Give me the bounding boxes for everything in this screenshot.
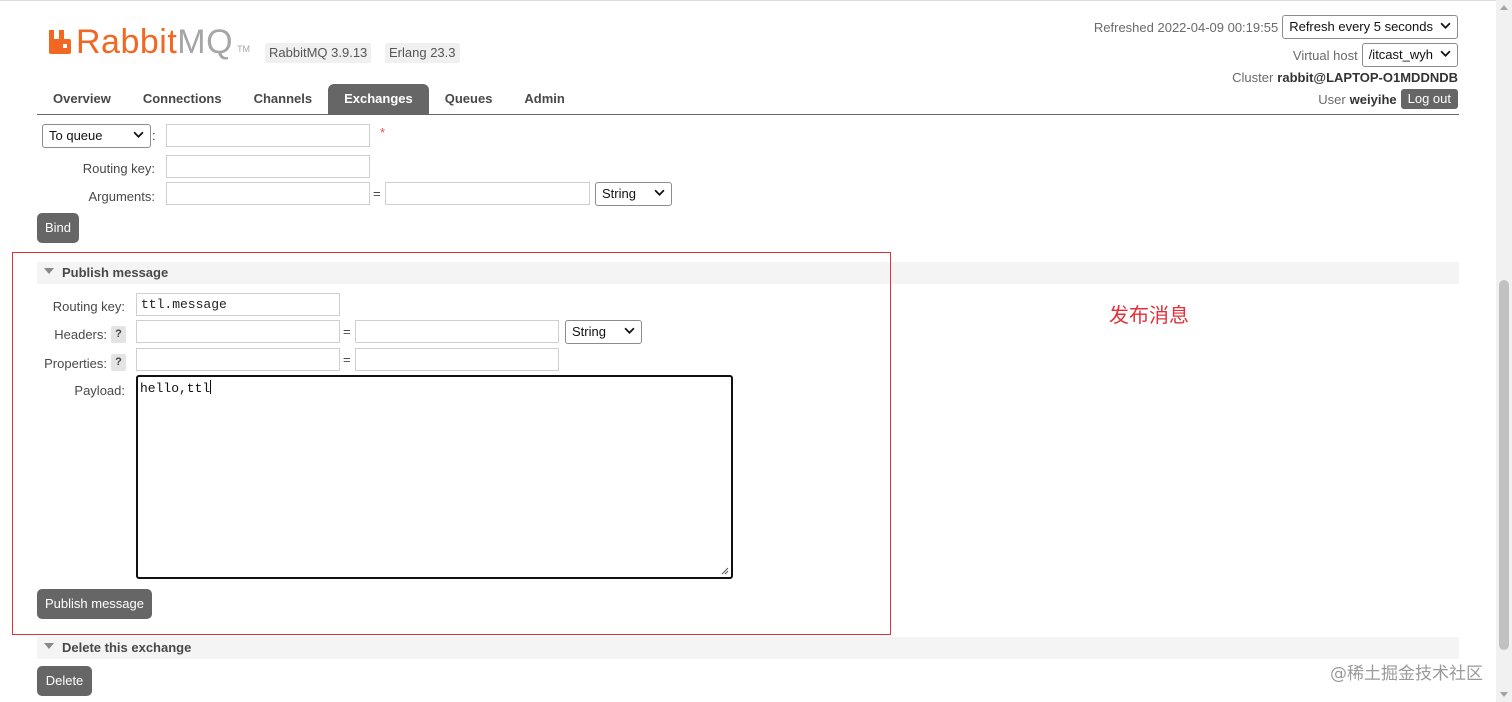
bind-routing-key-label: Routing key: bbox=[82, 161, 155, 176]
user-label: User bbox=[1318, 91, 1346, 107]
logo-wordmark: RabbitMQ bbox=[76, 23, 234, 61]
cluster-name: rabbit@LAPTOP-O1MDDNDB bbox=[1277, 70, 1458, 85]
delete-exchange-title: Delete this exchange bbox=[62, 640, 192, 655]
highlight-box bbox=[12, 252, 891, 635]
collapse-triangle-icon bbox=[44, 643, 54, 649]
annotation-text: 发布消息 bbox=[1109, 303, 1189, 327]
logout-button[interactable]: Log out bbox=[1400, 89, 1458, 109]
bind-button[interactable]: Bind bbox=[37, 213, 79, 243]
tab-channels[interactable]: Channels bbox=[238, 84, 329, 114]
user-name: weiyihe bbox=[1349, 91, 1397, 107]
erlang-badge: Erlang 23.3 bbox=[385, 43, 460, 63]
refresh-interval-select[interactable]: Refresh every 5 seconds bbox=[1282, 15, 1458, 39]
bind-argument-type-select[interactable]: String bbox=[595, 182, 672, 206]
delete-exchange-section-header[interactable]: Delete this exchange bbox=[37, 637, 1459, 659]
chevron-down-icon bbox=[654, 184, 665, 206]
watermark: @稀土掘金技术社区 bbox=[1330, 664, 1483, 684]
logo-trademark: TM bbox=[237, 44, 251, 54]
bind-argument-type-value: String bbox=[602, 186, 636, 201]
refresh-interval-value: Refresh every 5 seconds bbox=[1289, 19, 1433, 34]
tab-overview[interactable]: Overview bbox=[37, 84, 127, 114]
destination-name-input[interactable] bbox=[166, 124, 370, 147]
refresh-row: Refreshed 2022-04-09 00:19:55 Refresh ev… bbox=[1094, 15, 1458, 39]
required-mark: * bbox=[380, 125, 386, 140]
tab-admin[interactable]: Admin bbox=[508, 84, 580, 114]
rabbitmq-logo[interactable]: RabbitMQ TM bbox=[47, 22, 250, 62]
vhost-value: /itcast_wyh bbox=[1368, 47, 1433, 62]
destination-type-select[interactable]: To queue bbox=[42, 124, 151, 148]
refreshed-timestamp: Refreshed 2022-04-09 00:19:55 bbox=[1093, 19, 1279, 35]
cluster-row: Cluster rabbit@LAPTOP-O1MDDNDB bbox=[1232, 70, 1458, 85]
rabbit-logo-icon bbox=[49, 30, 71, 54]
bind-arguments-label: Arguments: bbox=[88, 189, 155, 204]
bind-argument-key-input[interactable] bbox=[166, 182, 370, 205]
bind-argument-value-input[interactable] bbox=[385, 182, 590, 205]
delete-button[interactable]: Delete bbox=[37, 666, 92, 696]
scrollbar-thumb[interactable] bbox=[1499, 280, 1509, 650]
chevron-down-icon bbox=[133, 126, 144, 148]
bind-equals: = bbox=[373, 186, 381, 201]
bind-routing-key-input[interactable] bbox=[166, 155, 370, 178]
vertical-scrollbar[interactable] bbox=[1496, 0, 1512, 702]
top-border bbox=[0, 0, 1496, 1]
user-row: User weiyihe Log out bbox=[1318, 89, 1458, 109]
main-nav: Overview Connections Channels Exchanges … bbox=[37, 84, 581, 114]
page: RabbitMQ TM RabbitMQ 3.9.13 Erlang 23.3 … bbox=[0, 0, 1496, 702]
destination-type-value: To queue bbox=[49, 128, 103, 143]
nav-divider bbox=[37, 114, 1459, 115]
cluster-label: Cluster bbox=[1232, 70, 1274, 85]
chevron-down-icon bbox=[1440, 17, 1451, 39]
vhost-select[interactable]: /itcast_wyh bbox=[1361, 43, 1458, 67]
destination-colon: : bbox=[152, 128, 156, 143]
scroll-down-icon[interactable] bbox=[1500, 692, 1508, 697]
tab-exchanges[interactable]: Exchanges bbox=[328, 84, 429, 114]
version-badge: RabbitMQ 3.9.13 bbox=[265, 43, 372, 63]
vhost-label: Virtual host bbox=[1292, 47, 1358, 63]
tab-connections[interactable]: Connections bbox=[127, 84, 238, 114]
tab-queues[interactable]: Queues bbox=[429, 84, 509, 114]
chevron-down-icon bbox=[1440, 45, 1451, 67]
scroll-up-icon[interactable] bbox=[1500, 5, 1508, 10]
vhost-row: Virtual host /itcast_wyh bbox=[1293, 43, 1458, 67]
